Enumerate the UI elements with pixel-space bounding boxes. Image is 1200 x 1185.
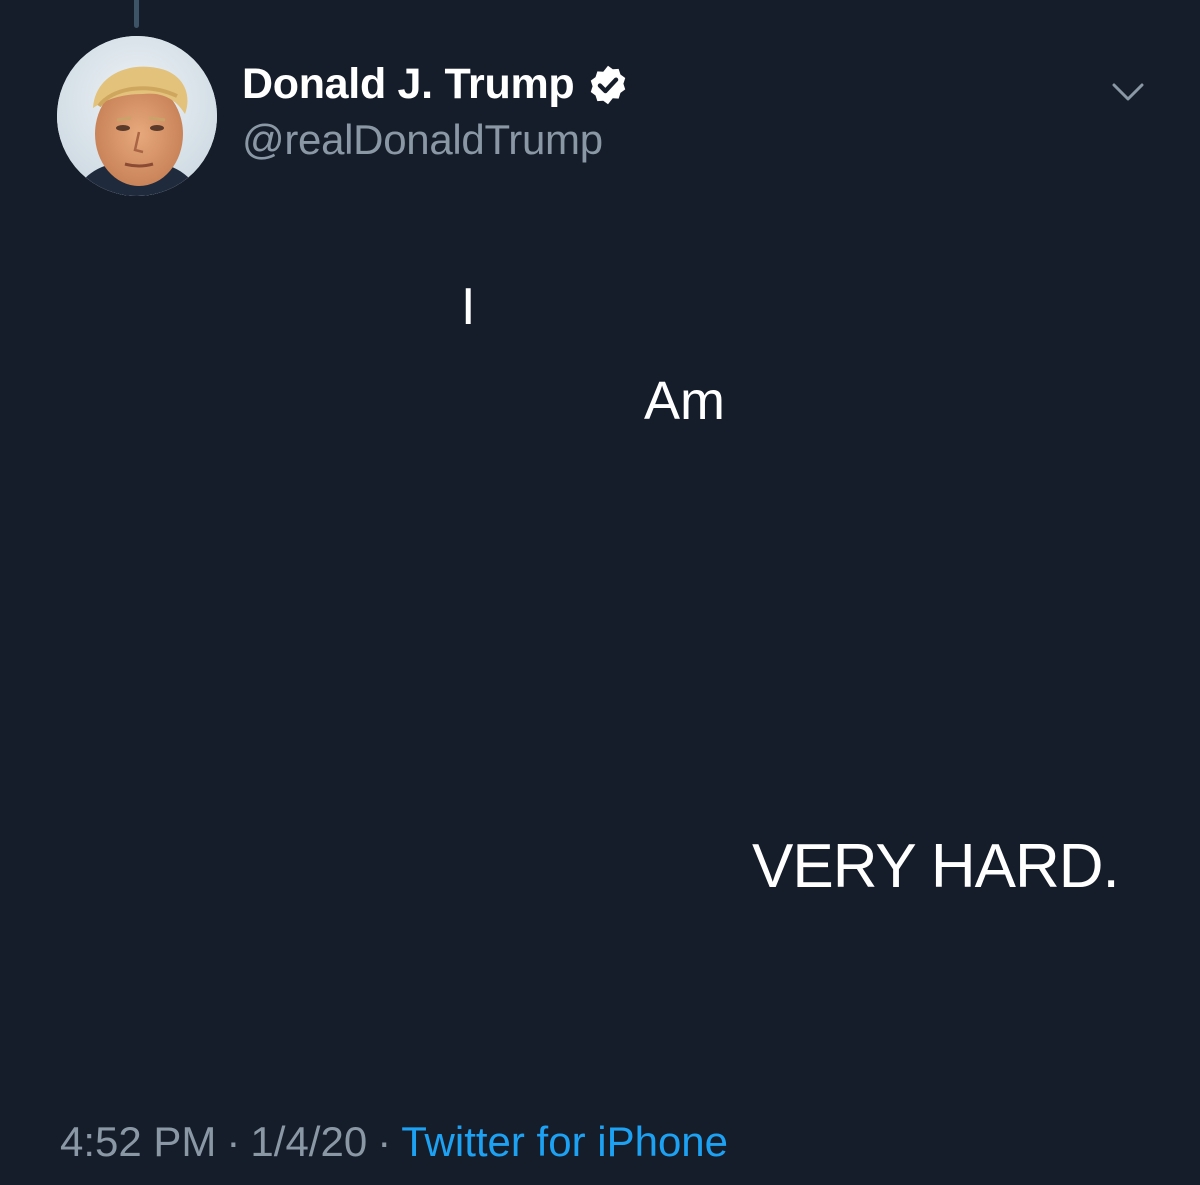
tweet-text-line-3: VERY HARD.: [752, 832, 1120, 901]
avatar-photo: [57, 36, 217, 196]
chevron-down-icon[interactable]: [1108, 72, 1148, 112]
verified-badge-icon: [591, 65, 626, 104]
meta-separator: ·: [377, 1118, 392, 1165]
tweet-date[interactable]: 1/4/20: [250, 1118, 367, 1165]
tweet-text-line-1: I: [461, 278, 476, 336]
tweet-metadata: 4:52 PM · 1/4/20 · Twitter for iPhone: [60, 1118, 728, 1166]
tweet-time[interactable]: 4:52 PM: [60, 1118, 216, 1165]
thread-connector-line: [134, 0, 139, 28]
tweet-source-link[interactable]: Twitter for iPhone: [401, 1118, 728, 1165]
author-handle[interactable]: @realDonaldTrump: [242, 116, 603, 164]
meta-separator: ·: [226, 1118, 241, 1165]
author-display-name[interactable]: Donald J. Trump: [242, 60, 630, 109]
author-name-text[interactable]: Donald J. Trump: [242, 60, 575, 109]
avatar[interactable]: [57, 36, 217, 196]
tweet-text-line-2: Am: [644, 371, 725, 431]
